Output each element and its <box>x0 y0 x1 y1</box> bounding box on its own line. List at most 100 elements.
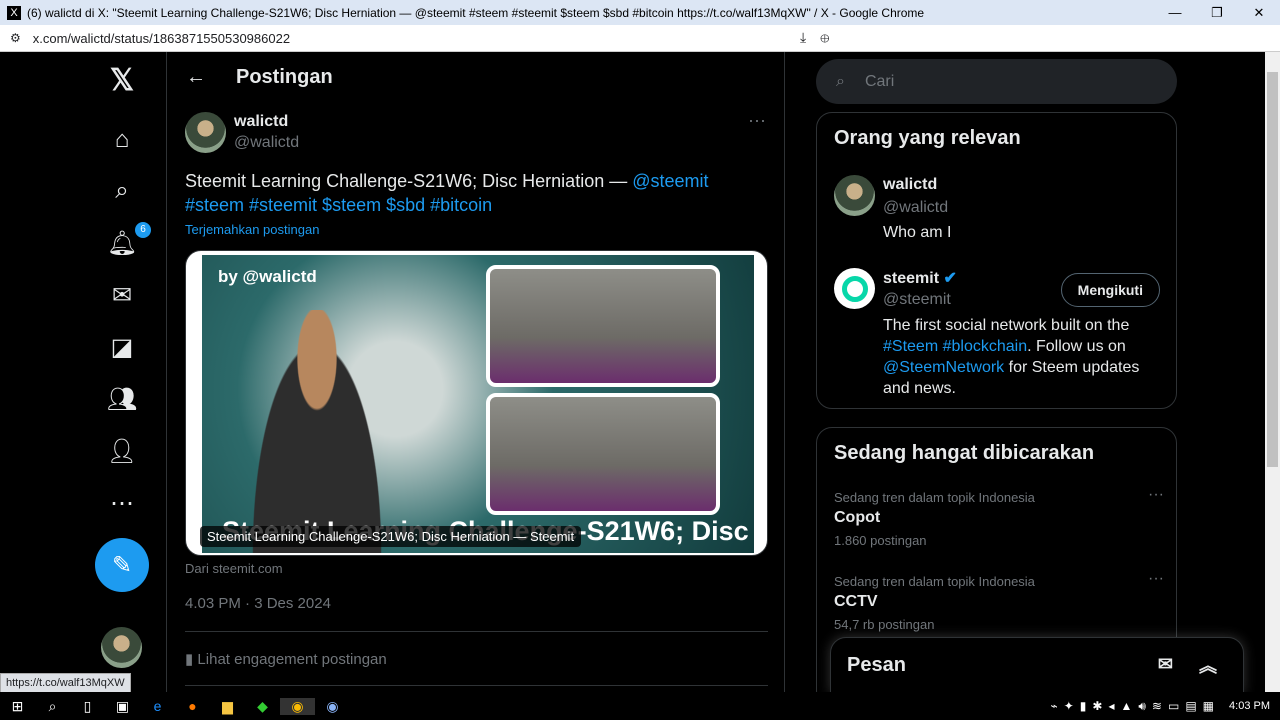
relevant-people-panel: Orang yang relevan walictd @walictd Who … <box>816 112 1177 409</box>
page-title: Postingan <box>236 66 333 88</box>
minimize-button[interactable]: — <box>1154 0 1196 25</box>
compose-post-button[interactable]: ✎ <box>95 538 149 592</box>
person-name[interactable]: walictd <box>883 176 937 194</box>
divider <box>185 631 768 632</box>
panel-title: Orang yang relevan <box>834 127 1021 149</box>
person-avatar[interactable] <box>834 175 875 216</box>
trend-name: Copot <box>834 509 881 526</box>
zoom-icon[interactable]: ⊕ <box>820 29 843 45</box>
trend-item[interactable]: Sedang tren dalam topik Indonesia Copot … <box>834 486 1164 548</box>
taskbar: ⊞ ⌕ ▯ ▣ e ● ▆ ◆ ◉ ◉ ⌁✦▮✱◂▲🔊︎≋▭▤▦ 4:03 PM <box>0 692 1280 720</box>
account-avatar[interactable] <box>101 627 142 668</box>
steemit-avatar[interactable] <box>834 268 875 309</box>
hashtag-links[interactable]: #steem #steemit $steem $sbd #bitcoin <box>185 195 492 215</box>
chart-icon: ▮ <box>185 651 198 668</box>
engagement-link[interactable]: ▮ Lihat engagement postingan <box>185 650 387 668</box>
home-icon[interactable]: ⌂ <box>107 125 137 155</box>
search-icon[interactable]: ⌕ <box>107 176 137 206</box>
search-placeholder: Cari <box>864 72 895 90</box>
divider <box>185 685 768 686</box>
x-favicon-icon: X <box>7 5 21 20</box>
trend-count: 1.860 postingan <box>834 533 927 548</box>
status-url: https://t.co/walf13MqXW <box>0 673 131 693</box>
hashtag-link[interactable]: #Steem <box>883 338 938 355</box>
verified-icon: ✔ <box>943 270 957 287</box>
engagement-label: Lihat engagement postingan <box>197 651 387 668</box>
messages-icon[interactable]: ✉ <box>107 280 137 310</box>
person-bio: Who am I <box>883 224 952 241</box>
bio-text: . Follow us on <box>1027 338 1126 355</box>
panel-title: Sedang hangat dibicarakan <box>834 442 1095 464</box>
card-source[interactable]: Dari steemit.com <box>185 561 283 576</box>
more-icon[interactable]: ··· <box>1148 486 1164 504</box>
more-icon[interactable]: ··· <box>1148 570 1164 588</box>
search-input[interactable]: ⌕ Cari <box>816 59 1177 104</box>
person-bio: The first social network built on the #S… <box>883 315 1163 399</box>
new-message-icon[interactable]: ✉ <box>1158 654 1173 675</box>
messages-drawer[interactable]: Pesan ✉ ︽ <box>830 637 1244 693</box>
scrollbar-thumb[interactable] <box>1267 72 1278 467</box>
search-icon[interactable]: ⌕ <box>35 698 70 715</box>
communities-icon[interactable]: 👥︎ <box>107 384 137 414</box>
grok-icon[interactable]: ◪ <box>107 332 137 362</box>
window-titlebar: X (6) walictd di X: "Steemit Learning Ch… <box>0 0 1280 25</box>
trend-count: 54,7 rb postingan <box>834 617 935 632</box>
bio-text: The first social network built on the <box>883 317 1130 334</box>
sidebar-nav: 𝕏 ⌂ ⌕ 🔔︎ 6 ✉ ◪ 👥︎ 👤︎ ⋯ ✎ <box>95 52 167 692</box>
url-text[interactable]: x.com/walictd/status/1863871550530986022 <box>33 31 290 46</box>
x-logo-icon[interactable]: 𝕏 <box>107 64 137 97</box>
link-card[interactable]: by @walictd Steemit Learning Challenge-S… <box>185 250 768 556</box>
steemit-name[interactable]: steemit <box>883 270 939 287</box>
mention-link[interactable]: @SteemNetwork <box>883 359 1004 376</box>
post-text: Steemit Learning Challenge-S21W6; Disc H… <box>185 169 745 217</box>
close-button[interactable]: ✕ <box>1238 0 1280 25</box>
notification-badge: 6 <box>135 222 151 238</box>
clock[interactable]: 4:03 PM <box>1229 700 1270 712</box>
following-button[interactable]: Mengikuti <box>1060 273 1160 307</box>
scrollbar[interactable] <box>1265 52 1280 692</box>
address-bar[interactable]: ⚙ x.com/walictd/status/18638715505309860… <box>0 25 1280 52</box>
notifications-icon[interactable]: 🔔︎ 6 <box>107 222 151 258</box>
messages-title: Pesan <box>847 654 906 676</box>
file-explorer-icon[interactable]: ▆ <box>210 698 245 715</box>
post-body: Steemit Learning Challenge-S21W6; Disc H… <box>185 171 633 191</box>
author-avatar[interactable] <box>185 112 226 153</box>
firefox-icon[interactable]: ● <box>175 698 210 714</box>
mention-link[interactable]: @steemit <box>632 171 708 191</box>
edge-icon[interactable]: e <box>140 698 175 714</box>
store-icon[interactable]: ▣ <box>105 698 140 715</box>
site-info-icon[interactable]: ⚙ <box>10 31 21 45</box>
hashtag-link[interactable]: #blockchain <box>943 338 1028 355</box>
exercise-photo-1 <box>486 265 720 387</box>
system-tray-icons[interactable]: ⌁✦▮✱◂▲🔊︎≋▭▤▦ <box>1051 699 1220 714</box>
trend-context: Sedang tren dalam topik Indonesia <box>834 490 1035 505</box>
more-icon[interactable]: ⋯ <box>107 488 137 518</box>
windows-start-icon[interactable]: ⊞ <box>0 698 35 715</box>
install-icon[interactable]: ⤓ <box>800 29 820 45</box>
app-icon[interactable]: ◆ <box>245 698 280 715</box>
card-image: by @walictd Steemit Learning Challenge-S… <box>202 255 767 553</box>
window-title: (6) walictd di X: "Steemit Learning Chal… <box>27 5 925 20</box>
task-view-icon[interactable]: ▯ <box>70 698 105 715</box>
post-column: ← Postingan walictd @walictd ··· Steemit … <box>168 52 785 692</box>
more-options-icon[interactable]: ··· <box>748 110 766 131</box>
search-icon: ⌕ <box>836 72 845 90</box>
chrome-profile-icon[interactable]: ◉ <box>315 698 350 715</box>
person-handle[interactable]: @steemit <box>883 291 951 309</box>
person-name[interactable]: steemit ✔ <box>883 268 957 288</box>
person-handle[interactable]: @walictd <box>883 199 948 217</box>
author-handle[interactable]: @walictd <box>234 134 299 152</box>
exercise-photo-2 <box>486 393 720 515</box>
post-timestamp[interactable]: 4.03 PM · 3 Des 2024 <box>185 595 331 612</box>
trend-context: Sedang tren dalam topik Indonesia <box>834 574 1035 589</box>
author-name[interactable]: walictd <box>234 113 288 131</box>
chrome-icon[interactable]: ◉ <box>280 697 315 715</box>
expand-icon[interactable]: ︽ <box>1199 652 1217 678</box>
trend-name: CCTV <box>834 593 878 610</box>
maximize-button[interactable]: ❐ <box>1196 0 1238 25</box>
profile-icon[interactable]: 👤︎ <box>107 436 137 466</box>
trend-item[interactable]: Sedang tren dalam topik Indonesia CCTV 5… <box>834 570 1164 632</box>
card-caption: Steemit Learning Challenge-S21W6; Disc H… <box>200 526 582 547</box>
translate-link[interactable]: Terjemahkan postingan <box>185 222 319 237</box>
back-arrow-icon[interactable]: ← <box>186 66 206 89</box>
